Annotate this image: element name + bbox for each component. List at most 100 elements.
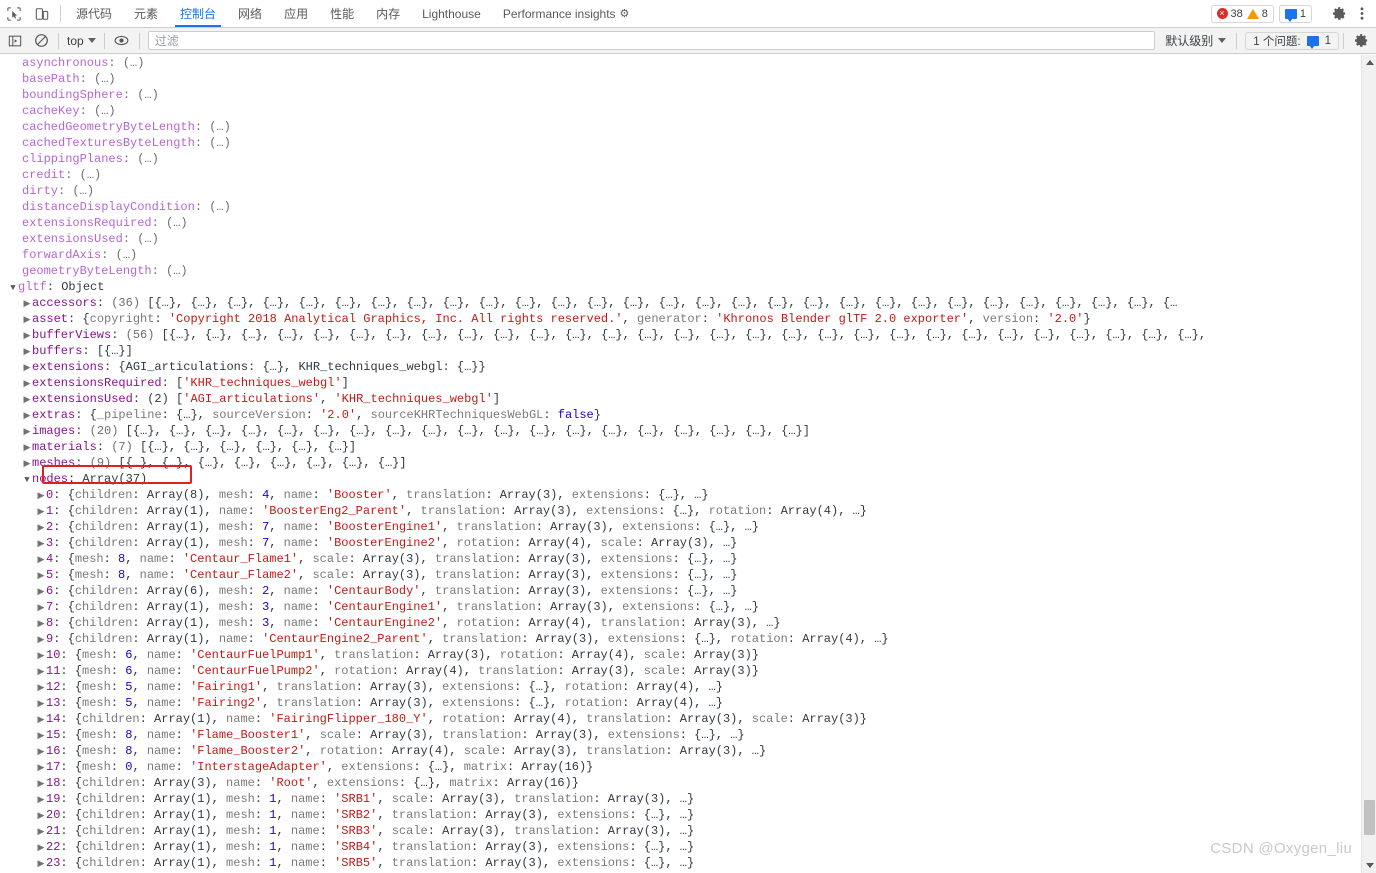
tab-performance[interactable]: 性能 xyxy=(319,0,365,27)
disclosure-triangle-icon[interactable]: ▶ xyxy=(36,744,46,759)
disclosure-triangle-icon[interactable]: ▶ xyxy=(36,776,46,791)
disclosure-triangle-icon[interactable]: ▶ xyxy=(36,664,46,679)
console-node-row[interactable]: ▶ 17: {mesh: 0, name: 'InterstageAdapter'… xyxy=(0,759,1376,775)
console-property-row[interactable]: basePath: (…) xyxy=(0,71,1376,87)
disclosure-triangle-icon[interactable]: ▶ xyxy=(22,424,32,439)
console-node-row[interactable]: ▶ 4: {mesh: 8, name: 'Centaur_Flame1', sc… xyxy=(0,551,1376,567)
console-node-row[interactable]: ▶ 20: {children: Array(1), mesh: 1, name:… xyxy=(0,807,1376,823)
console-property-row[interactable]: ▶ accessors: (36) [{…}, {…}, {…}, {…}, {…… xyxy=(0,295,1376,311)
console-node-row[interactable]: ▶ 23: {children: Array(1), mesh: 1, name:… xyxy=(0,855,1376,871)
console-node-row[interactable]: ▶ 5: {mesh: 8, name: 'Centaur_Flame2', sc… xyxy=(0,567,1376,583)
warning-counter[interactable]: 8 xyxy=(1246,8,1268,20)
disclosure-triangle-icon[interactable]: ▶ xyxy=(36,840,46,855)
tab-sources[interactable]: 源代码 xyxy=(65,0,123,27)
console-node-row[interactable]: ▶ 18: {children: Array(3), name: 'Root', … xyxy=(0,775,1376,791)
console-property-row[interactable]: boundingSphere: (…) xyxy=(0,87,1376,103)
console-node-row[interactable]: ▶ 15: {mesh: 8, name: 'Flame_Booster1', s… xyxy=(0,727,1376,743)
disclosure-triangle-icon[interactable]: ▶ xyxy=(36,808,46,823)
console-output[interactable]: asynchronous: (…) basePath: (…) boundingSp… xyxy=(0,55,1376,873)
scrollbar-thumb[interactable] xyxy=(1364,800,1375,835)
filter-input[interactable]: 过滤 xyxy=(147,31,1156,50)
disclosure-triangle-icon[interactable]: ▶ xyxy=(22,360,32,375)
console-nodes-header[interactable]: ▼ nodes: Array(37) xyxy=(0,471,1376,487)
console-node-row[interactable]: ▶ 19: {children: Array(1), mesh: 1, name:… xyxy=(0,791,1376,807)
console-vertical-scrollbar[interactable] xyxy=(1361,55,1376,873)
disclosure-triangle-icon[interactable]: ▶ xyxy=(36,488,46,503)
console-node-row[interactable]: ▶ 13: {mesh: 5, name: 'Fairing2', transla… xyxy=(0,695,1376,711)
console-node-row[interactable]: ▶ 3: {children: Array(1), mesh: 7, name: … xyxy=(0,535,1376,551)
disclosure-triangle-icon[interactable]: ▶ xyxy=(36,728,46,743)
tab-application[interactable]: 应用 xyxy=(273,0,319,27)
tab-lighthouse[interactable]: Lighthouse xyxy=(411,0,492,27)
gear-icon[interactable] xyxy=(1326,1,1352,27)
disclosure-triangle-icon[interactable]: ▶ xyxy=(36,520,46,535)
tab-elements[interactable]: 元素 xyxy=(123,0,169,27)
disclosure-triangle-icon[interactable]: ▶ xyxy=(36,504,46,519)
error-counter[interactable]: × 38 xyxy=(1216,8,1243,20)
console-property-row[interactable]: cacheKey: (…) xyxy=(0,103,1376,119)
kebab-menu-icon[interactable] xyxy=(1352,1,1372,27)
disclosure-triangle-icon[interactable]: ▶ xyxy=(36,568,46,583)
console-node-row[interactable]: ▶ 9: {children: Array(1), name: 'CentaurE… xyxy=(0,631,1376,647)
disclosure-triangle-icon[interactable]: ▶ xyxy=(22,376,32,391)
console-property-row[interactable]: asynchronous: (…) xyxy=(0,55,1376,71)
console-node-row[interactable]: ▶ 21: {children: Array(1), mesh: 1, name:… xyxy=(0,823,1376,839)
console-property-row[interactable]: extensionsRequired: (…) xyxy=(0,215,1376,231)
disclosure-triangle-icon[interactable]: ▶ xyxy=(22,392,32,407)
console-property-row[interactable]: clippingPlanes: (…) xyxy=(0,151,1376,167)
console-property-row[interactable]: ▶ asset: {copyright: 'Copyright 2018 Anal… xyxy=(0,311,1376,327)
console-node-row[interactable]: ▶ 22: {children: Array(1), mesh: 1, name:… xyxy=(0,839,1376,855)
console-gltf-row[interactable]: ▼ gltf: Object xyxy=(0,279,1376,295)
disclosure-triangle-icon[interactable]: ▶ xyxy=(36,536,46,551)
disclosure-triangle-icon[interactable]: ▶ xyxy=(36,600,46,615)
disclosure-triangle-icon[interactable]: ▶ xyxy=(22,296,32,311)
log-level-selector[interactable]: 默认级别 xyxy=(1159,31,1232,51)
console-property-row[interactable]: geometryByteLength: (…) xyxy=(0,263,1376,279)
live-expression-icon[interactable] xyxy=(109,29,135,53)
device-toolbar-icon[interactable] xyxy=(28,0,56,27)
disclosure-triangle-icon[interactable]: ▶ xyxy=(36,552,46,567)
console-property-row[interactable]: ▶ materials: (7) [{…}, {…}, {…}, {…}, {…}… xyxy=(0,439,1376,455)
tab-console[interactable]: 控制台 xyxy=(169,0,227,27)
console-property-row[interactable]: distanceDisplayCondition: (…) xyxy=(0,199,1376,215)
disclosure-triangle-icon[interactable]: ▶ xyxy=(22,456,32,471)
disclosure-triangle-icon[interactable]: ▶ xyxy=(36,616,46,631)
console-sidebar-icon[interactable] xyxy=(2,29,28,53)
disclosure-triangle-icon[interactable]: ▶ xyxy=(36,712,46,727)
disclosure-triangle-icon[interactable]: ▼ xyxy=(8,280,18,295)
clear-console-icon[interactable] xyxy=(28,29,54,53)
disclosure-triangle-icon[interactable]: ▶ xyxy=(36,760,46,775)
scroll-up-arrow[interactable] xyxy=(1362,55,1376,70)
console-settings-icon[interactable] xyxy=(1348,29,1374,53)
disclosure-triangle-icon[interactable]: ▶ xyxy=(36,632,46,647)
console-node-row[interactable]: ▶ 1: {children: Array(1), name: 'BoosterE… xyxy=(0,503,1376,519)
disclosure-triangle-icon[interactable]: ▶ xyxy=(36,792,46,807)
console-property-row[interactable]: ▶ images: (20) [{…}, {…}, {…}, {…}, {…}, … xyxy=(0,423,1376,439)
console-node-row[interactable]: ▶ 10: {mesh: 6, name: 'CentaurFuelPump1',… xyxy=(0,647,1376,663)
console-property-row[interactable]: extensionsUsed: (…) xyxy=(0,231,1376,247)
info-counter[interactable]: 1 xyxy=(1278,4,1312,23)
disclosure-triangle-icon[interactable]: ▶ xyxy=(22,312,32,327)
console-property-row[interactable]: ▶ extras: {_pipeline: {…}, sourceVersion:… xyxy=(0,407,1376,423)
console-property-row[interactable]: ▶ buffers: [{…}] xyxy=(0,343,1376,359)
disclosure-triangle-icon[interactable]: ▶ xyxy=(22,344,32,359)
disclosure-triangle-icon[interactable]: ▶ xyxy=(36,856,46,871)
tab-memory[interactable]: 内存 xyxy=(365,0,411,27)
console-property-row[interactable]: ▶ extensions: {AGI_articulations: {…}, KH… xyxy=(0,359,1376,375)
console-node-row[interactable]: ▶ 11: {mesh: 6, name: 'CentaurFuelPump2',… xyxy=(0,663,1376,679)
console-property-row[interactable]: cachedGeometryByteLength: (…) xyxy=(0,119,1376,135)
disclosure-triangle-icon[interactable]: ▶ xyxy=(22,328,32,343)
inspect-element-icon[interactable] xyxy=(0,0,28,27)
console-property-row[interactable]: ▶ bufferViews: (56) [{…}, {…}, {…}, {…}, … xyxy=(0,327,1376,343)
tab-network[interactable]: 网络 xyxy=(227,0,273,27)
console-property-row[interactable]: forwardAxis: (…) xyxy=(0,247,1376,263)
disclosure-triangle-icon[interactable]: ▶ xyxy=(36,824,46,839)
scroll-down-arrow[interactable] xyxy=(1362,858,1376,873)
console-property-row[interactable]: dirty: (…) xyxy=(0,183,1376,199)
disclosure-triangle-icon[interactable]: ▶ xyxy=(36,696,46,711)
console-property-row[interactable]: ▶ meshes: (9) [{…}, {…}, {…}, {…}, {…}, {… xyxy=(0,455,1376,471)
console-property-row[interactable]: credit: (…) xyxy=(0,167,1376,183)
issues-button[interactable]: 1 个问题: 1 xyxy=(1245,31,1339,50)
tab-performance-insights[interactable]: Performance insights ⚙ xyxy=(492,0,641,27)
disclosure-triangle-icon[interactable]: ▶ xyxy=(36,584,46,599)
